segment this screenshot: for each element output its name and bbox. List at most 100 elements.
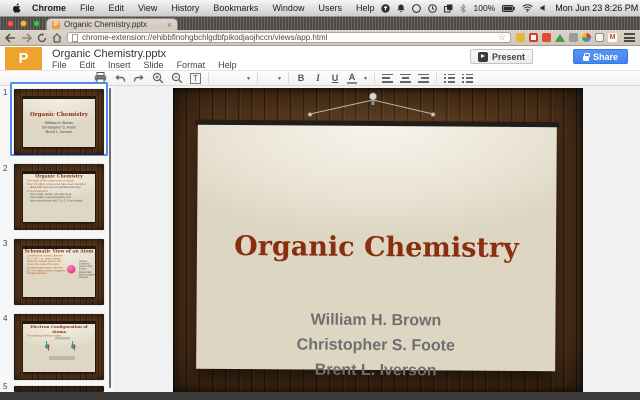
gmail-icon[interactable]: M bbox=[608, 33, 617, 42]
thumbnail-scrollbar[interactable] bbox=[109, 88, 111, 388]
thumbnail-slide-1[interactable]: Organic Chemistry William H. Brown Chris… bbox=[14, 89, 104, 155]
forward-button[interactable] bbox=[21, 33, 32, 43]
document-title[interactable]: Organic Chemistry.pptx bbox=[52, 48, 166, 60]
window-zoom-button[interactable] bbox=[33, 20, 40, 27]
chrome-menu-icon[interactable] bbox=[624, 33, 635, 42]
share-button[interactable]: Share bbox=[573, 49, 628, 64]
app-logo[interactable]: P bbox=[5, 47, 42, 70]
menu-slide[interactable]: Slide bbox=[144, 60, 164, 70]
bulleted-list-button[interactable] bbox=[462, 74, 473, 83]
thumb-number: 5 bbox=[3, 382, 7, 391]
bluetooth-icon[interactable] bbox=[460, 4, 466, 13]
window-minimize-button[interactable] bbox=[20, 20, 27, 27]
toolbar-separator bbox=[436, 72, 437, 84]
spin-down-arrow bbox=[74, 345, 75, 351]
undo-icon[interactable] bbox=[114, 73, 126, 83]
address-bar[interactable]: chrome-extension://ehibbfinohgbchlgdbfpi… bbox=[67, 32, 511, 43]
back-button[interactable] bbox=[5, 33, 16, 43]
menubar-item-history[interactable]: History bbox=[164, 3, 206, 13]
menu-insert[interactable]: Insert bbox=[108, 60, 131, 70]
window-close-button[interactable] bbox=[7, 20, 14, 27]
battery-icon[interactable] bbox=[502, 5, 515, 12]
present-button[interactable]: Present bbox=[470, 49, 533, 64]
reload-button[interactable] bbox=[37, 33, 47, 43]
displays-icon[interactable] bbox=[444, 4, 453, 13]
apple-menu-icon[interactable] bbox=[12, 2, 21, 15]
redo-icon[interactable] bbox=[133, 73, 145, 83]
current-slide[interactable]: Organic Chemistry William H. Brown Chris… bbox=[173, 88, 583, 392]
slide-author-text[interactable]: William H. Brown bbox=[196, 311, 555, 332]
menubar-item-users[interactable]: Users bbox=[311, 3, 349, 13]
font-size-dropdown[interactable]: ▾ bbox=[265, 75, 281, 82]
canvas-body: Organic Chemistry William H. Brown Chris… bbox=[196, 125, 557, 372]
tab-close-icon[interactable]: × bbox=[167, 21, 172, 29]
menu-help[interactable]: Help bbox=[218, 60, 237, 70]
browser-tab[interactable]: P Organic Chemistry.pptx × bbox=[46, 18, 178, 30]
thumbnail-slide-2[interactable]: Organic Chemistry The study of the compo… bbox=[14, 164, 104, 230]
slide-author-text[interactable]: Christopher S. Foote bbox=[196, 336, 555, 357]
underline-button[interactable]: U bbox=[330, 73, 340, 83]
menubar-item-file[interactable]: File bbox=[73, 3, 102, 13]
screen: Chrome File Edit View History Bookmarks … bbox=[0, 0, 640, 400]
menu-format[interactable]: Format bbox=[177, 60, 206, 70]
url-text[interactable]: chrome-extension://ehibbfinohgbchlgdbfpi… bbox=[82, 33, 494, 42]
screen-capture-icon[interactable] bbox=[595, 33, 604, 42]
thumbnail-slide-4[interactable]: Electron Configuration of Atoms The pair… bbox=[14, 314, 104, 380]
thumb3-title: Schematic View of an Atom bbox=[23, 249, 95, 254]
menubar-item-chrome[interactable]: Chrome bbox=[25, 3, 73, 13]
present-label: Present bbox=[492, 52, 525, 62]
menubar-item-bookmarks[interactable]: Bookmarks bbox=[206, 3, 265, 13]
toolbar-separator bbox=[288, 72, 289, 84]
thumb3-label: Extranuclear space containing electrons bbox=[79, 271, 95, 279]
extension-colorful-icon[interactable] bbox=[582, 33, 591, 42]
menubar-clock[interactable]: Mon Jun 23 8:26 PM bbox=[555, 3, 638, 13]
align-center-button[interactable] bbox=[400, 74, 411, 83]
text-color-dropdown-icon[interactable]: ▾ bbox=[364, 75, 367, 82]
slide-title-text[interactable]: Organic Chemistry bbox=[197, 231, 556, 265]
bookmark-star-icon[interactable]: ☆ bbox=[498, 33, 506, 42]
menubar-item-window[interactable]: Window bbox=[265, 3, 311, 13]
extension-notes-icon[interactable] bbox=[516, 33, 525, 42]
extension-red-badge-icon[interactable] bbox=[529, 33, 538, 42]
caption-smudge bbox=[49, 356, 75, 360]
messages-icon[interactable] bbox=[412, 4, 421, 13]
text-box-icon[interactable]: T bbox=[190, 73, 201, 84]
extension-gray-icon[interactable] bbox=[569, 33, 578, 42]
menubar-item-edit[interactable]: Edit bbox=[102, 3, 132, 13]
align-left-button[interactable] bbox=[382, 74, 393, 83]
app-header: P Organic Chemistry.pptx File Edit Inser… bbox=[0, 46, 640, 70]
thumb3-paragraph: a small dense nucleus, diameter 10⁻¹⁴–10… bbox=[27, 255, 66, 266]
chrome-tab-strip: P Organic Chemistry.pptx × bbox=[0, 17, 640, 30]
wifi-icon[interactable] bbox=[522, 4, 533, 12]
notifications-bell-icon[interactable] bbox=[397, 4, 405, 13]
upload-status-icon[interactable] bbox=[381, 4, 390, 13]
tab-title: Organic Chemistry.pptx bbox=[64, 20, 163, 29]
volume-icon[interactable] bbox=[540, 4, 548, 12]
menu-file[interactable]: File bbox=[52, 60, 67, 70]
thumb-number: 4 bbox=[3, 314, 7, 323]
time-machine-icon[interactable] bbox=[428, 4, 437, 13]
share-label: Share bbox=[593, 52, 618, 62]
google-drive-icon[interactable] bbox=[555, 34, 565, 42]
extension-orange-icon[interactable] bbox=[542, 33, 551, 42]
menubar-item-help[interactable]: Help bbox=[349, 3, 382, 13]
battery-percent: 100% bbox=[473, 3, 495, 13]
slide-canvas-poster: Organic Chemistry William H. Brown Chris… bbox=[196, 120, 557, 373]
menu-edit[interactable]: Edit bbox=[80, 60, 96, 70]
zoom-out-icon[interactable] bbox=[171, 72, 183, 84]
text-color-button[interactable]: A bbox=[347, 73, 357, 84]
nucleus-circle bbox=[67, 265, 76, 274]
slide-author-text[interactable]: Brent L. Iverson bbox=[196, 361, 555, 382]
align-right-button[interactable] bbox=[418, 74, 429, 83]
font-family-dropdown[interactable]: ▾ bbox=[216, 75, 250, 82]
home-button[interactable] bbox=[52, 33, 62, 43]
menubar-item-view[interactable]: View bbox=[131, 3, 164, 13]
italic-button[interactable]: I bbox=[313, 73, 323, 83]
bottom-bar bbox=[0, 392, 640, 400]
thumb1-author: Christopher S. Foote bbox=[23, 126, 95, 130]
thumb2-title: Organic Chemistry bbox=[23, 174, 95, 179]
numbered-list-button[interactable] bbox=[444, 74, 455, 83]
zoom-in-icon[interactable] bbox=[152, 72, 164, 84]
bold-button[interactable]: B bbox=[296, 73, 306, 83]
thumbnail-slide-3[interactable]: Schematic View of an Atom a small dense … bbox=[14, 239, 104, 305]
